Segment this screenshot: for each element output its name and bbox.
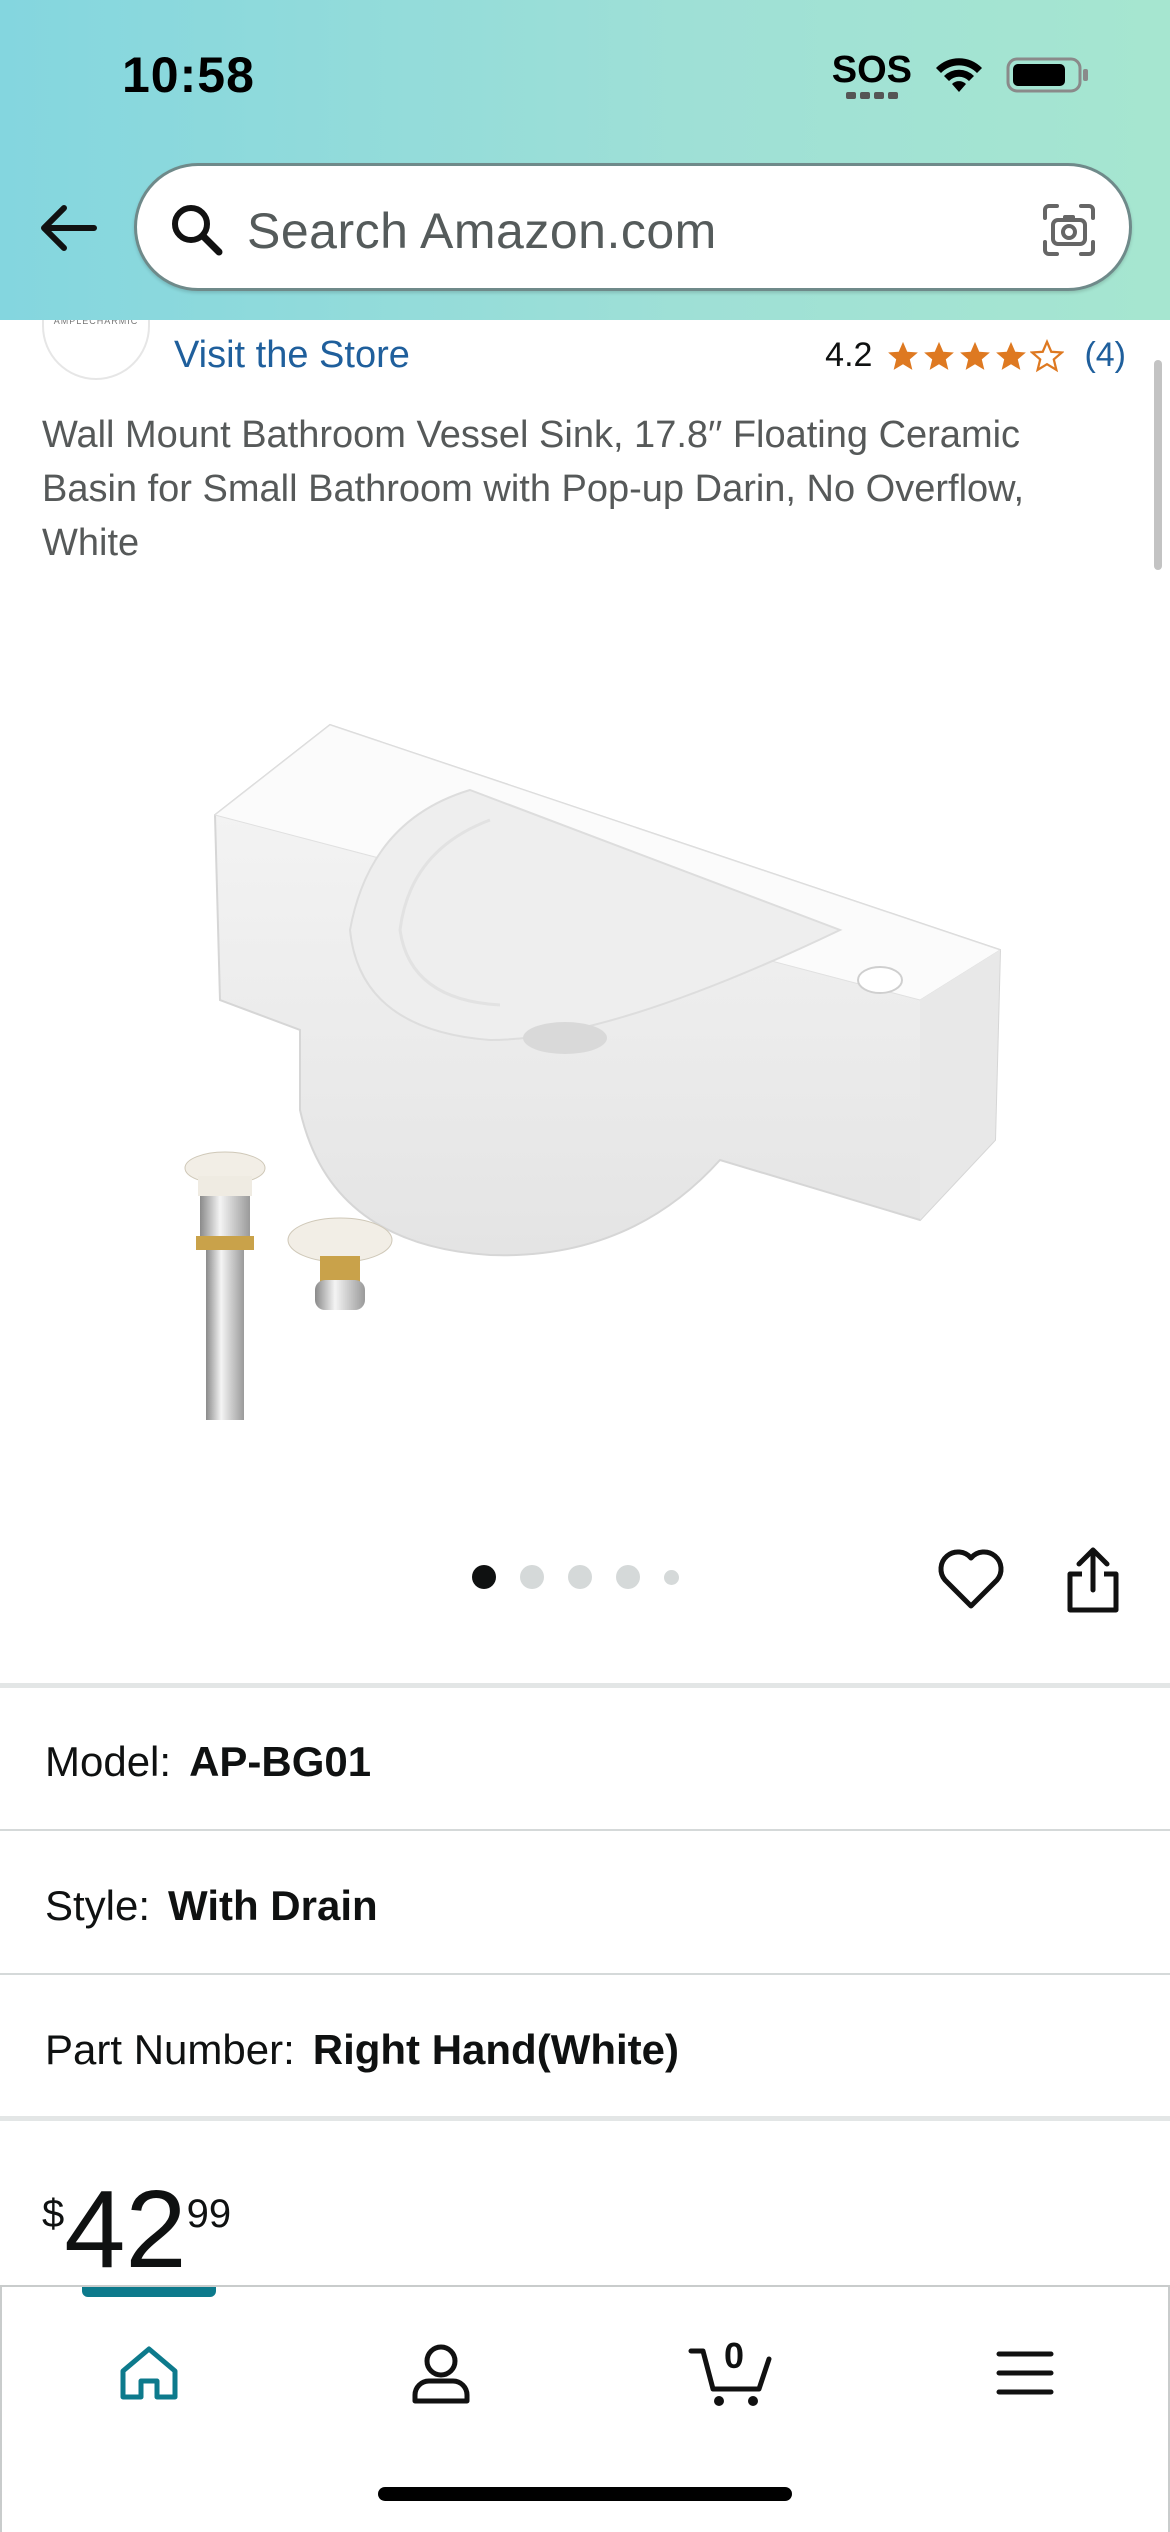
sos-indicator: SOS bbox=[832, 50, 912, 99]
star-full-icon bbox=[924, 341, 955, 370]
status-icons: SOS bbox=[832, 50, 1090, 99]
star-full-icon bbox=[996, 341, 1027, 370]
rating-stars bbox=[886, 338, 1065, 373]
tab-account[interactable] bbox=[391, 2323, 491, 2423]
home-indicator bbox=[378, 2487, 792, 2501]
tab-cart[interactable]: 0 bbox=[682, 2323, 782, 2423]
rating-count-link[interactable]: (4) bbox=[1084, 336, 1126, 375]
battery-icon bbox=[1006, 57, 1088, 92]
pager-dot[interactable] bbox=[616, 1565, 640, 1589]
star-full-icon bbox=[888, 341, 919, 370]
cart-count-badge: 0 bbox=[724, 2335, 745, 2376]
image-pager[interactable] bbox=[472, 1565, 679, 1589]
section-divider bbox=[0, 1683, 1170, 1688]
account-icon bbox=[412, 2344, 470, 2404]
search-icon bbox=[172, 205, 223, 256]
variation-value: With Drain bbox=[168, 1882, 378, 1929]
sos-label: SOS bbox=[831, 49, 912, 91]
rating-value: 4.2 bbox=[825, 336, 873, 374]
share-icon[interactable] bbox=[1062, 1544, 1124, 1616]
product-title: Wall Mount Bathroom Vessel Sink, 17.8′′ … bbox=[42, 414, 1025, 564]
row-divider bbox=[0, 1829, 1170, 1831]
wifi-icon bbox=[936, 57, 982, 92]
star-full-icon bbox=[960, 341, 991, 370]
home-icon bbox=[120, 2346, 178, 2400]
product-image[interactable] bbox=[160, 700, 1020, 1460]
section-divider bbox=[0, 2116, 1170, 2121]
rating-summary[interactable]: 4.2 (4) bbox=[825, 336, 1126, 375]
pager-dot[interactable] bbox=[568, 1565, 592, 1589]
camera-icon[interactable] bbox=[1039, 200, 1099, 260]
tab-home[interactable] bbox=[99, 2323, 199, 2423]
price-fraction: 99 bbox=[186, 2192, 232, 2236]
search-bar[interactable]: Search Amazon.com bbox=[134, 163, 1132, 291]
search-input[interactable]: Search Amazon.com bbox=[247, 202, 717, 260]
app-header: 10:58 SOS Search Amazon.com bbox=[0, 0, 1170, 320]
row-divider bbox=[0, 1973, 1170, 1975]
variation-style[interactable]: Style: With Drain bbox=[45, 1882, 378, 1930]
price: $ 42 99 bbox=[42, 2170, 231, 2290]
variation-value: Right Hand(White) bbox=[312, 2026, 679, 2073]
pager-dot[interactable] bbox=[664, 1569, 679, 1585]
scrollbar[interactable] bbox=[1154, 360, 1162, 570]
visit-store-link[interactable]: Visit the Store bbox=[174, 334, 410, 377]
variation-value: AP-BG01 bbox=[189, 1738, 372, 1785]
brand-logo-text: AMPLECHARMIC bbox=[53, 316, 139, 326]
heart-icon[interactable] bbox=[937, 1548, 1005, 1610]
active-tab-indicator bbox=[82, 2287, 216, 2297]
price-whole: 42 bbox=[64, 2168, 187, 2291]
variation-part-number[interactable]: Part Number: Right Hand(White) bbox=[45, 2026, 679, 2074]
back-arrow-icon[interactable] bbox=[36, 196, 100, 260]
variation-label: Style: bbox=[45, 1882, 151, 1929]
variation-label: Part Number: bbox=[45, 2026, 295, 2073]
variation-label: Model: bbox=[45, 1738, 172, 1785]
variation-model[interactable]: Model: AP-BG01 bbox=[45, 1738, 371, 1786]
star-empty-icon bbox=[1030, 338, 1065, 372]
menu-icon bbox=[996, 2351, 1054, 2395]
tab-menu[interactable] bbox=[975, 2323, 1075, 2423]
price-symbol: $ bbox=[42, 2192, 65, 2236]
pager-dot[interactable] bbox=[520, 1565, 544, 1589]
status-time: 10:58 bbox=[122, 47, 255, 103]
pager-dot[interactable] bbox=[472, 1565, 496, 1589]
